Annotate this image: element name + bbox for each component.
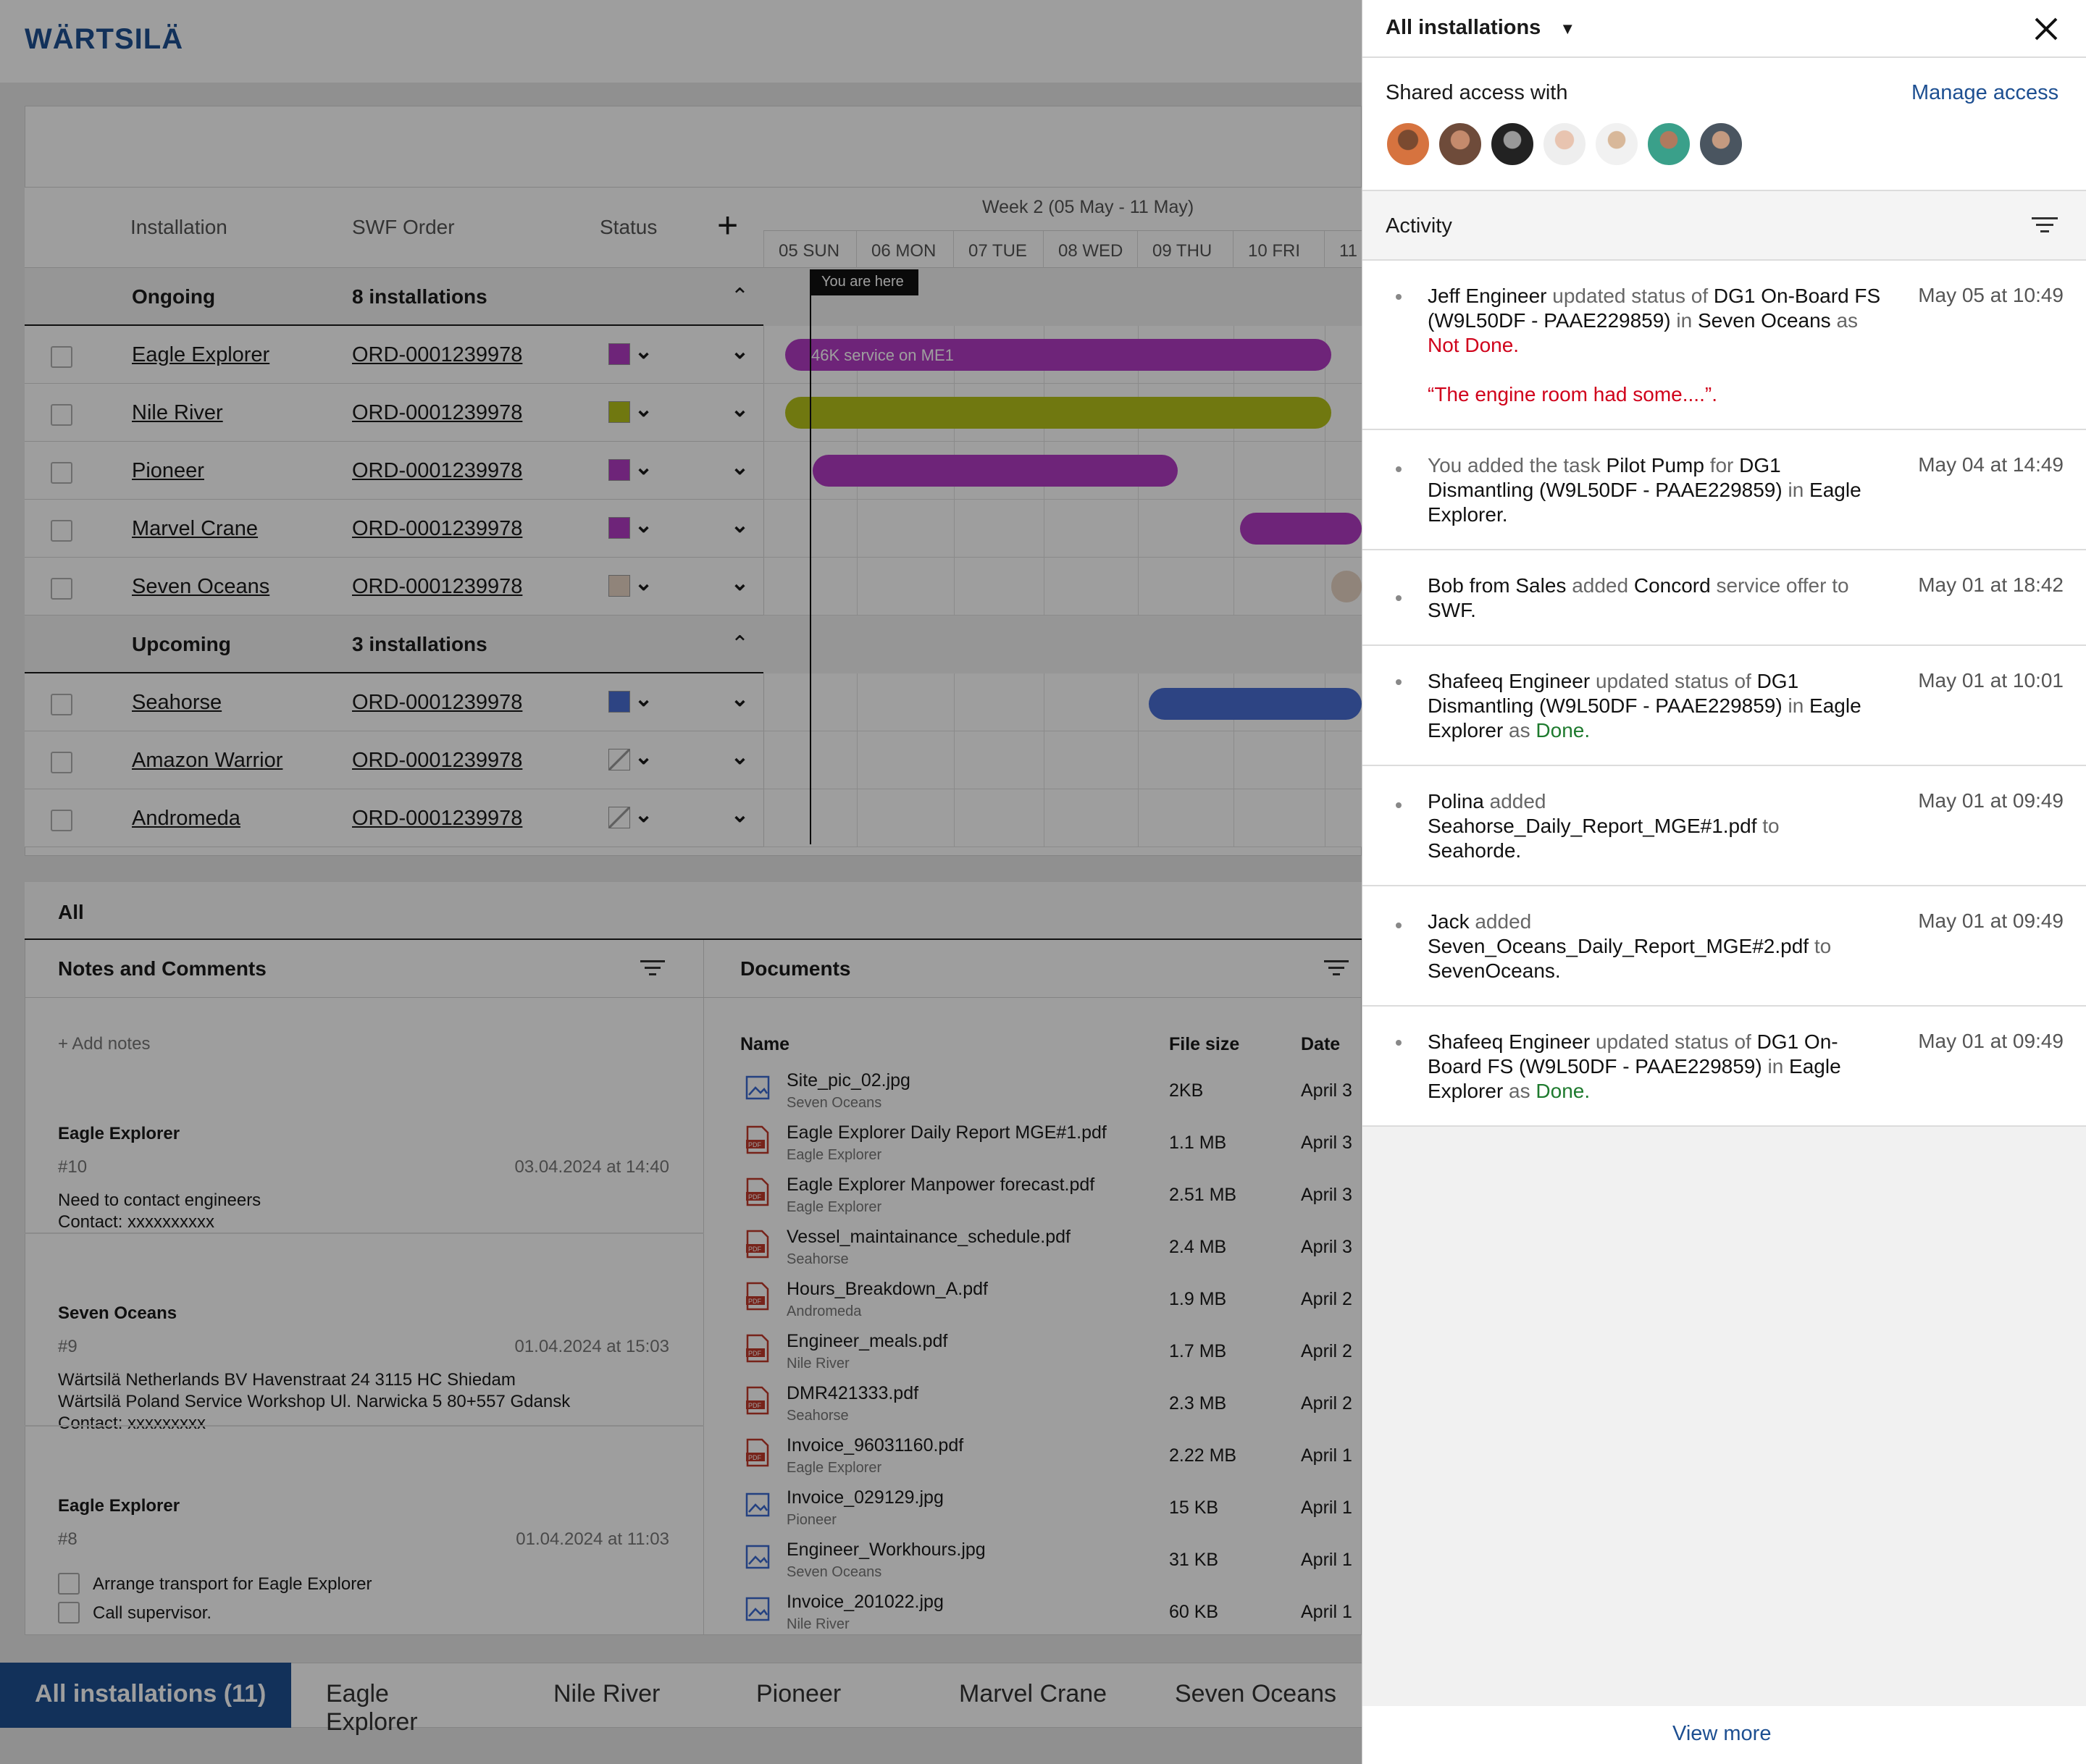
bullet	[1396, 679, 1402, 685]
bullet	[1396, 1040, 1402, 1046]
activity-item[interactable]: Jack added Seven_Oceans_Daily_Report_MGE…	[1362, 886, 2086, 1007]
bullet	[1396, 802, 1402, 808]
bullet	[1396, 294, 1402, 300]
activity-text: Jack added Seven_Oceans_Daily_Report_MGE…	[1428, 910, 1832, 982]
activity-text: Shafeeq Engineer updated status of DG1 D…	[1428, 670, 1861, 742]
activity-quote: “The engine room had some....”.	[1428, 383, 1717, 406]
activity-panel: All installations ▼ Shared access with M…	[1362, 0, 2086, 1764]
dropdown-value: All installations	[1386, 16, 1541, 39]
activity-time: May 01 at 10:01	[1918, 669, 2064, 692]
activity-header	[1362, 190, 2086, 261]
close-icon[interactable]	[2032, 14, 2061, 43]
shared-access-label: Shared access with	[1386, 81, 1568, 104]
activity-time: May 01 at 09:49	[1918, 789, 2064, 812]
activity-text: Polina added Seahorse_Daily_Report_MGE#1…	[1428, 790, 1780, 862]
manage-access-link[interactable]: Manage access	[1911, 81, 2058, 105]
bullet	[1396, 595, 1402, 601]
activity-time: May 04 at 14:49	[1918, 453, 2064, 476]
activity-item[interactable]: You added the task Pilot Pump for DG1 Di…	[1362, 430, 2086, 550]
activity-title: Activity	[1386, 214, 1452, 238]
avatar[interactable]	[1646, 122, 1691, 167]
avatar[interactable]	[1386, 122, 1431, 167]
activity-time: May 01 at 09:49	[1918, 1030, 2064, 1052]
activity-text: Bob from Sales added Concord service off…	[1428, 574, 1849, 621]
activity-time: May 01 at 09:49	[1918, 910, 2064, 932]
activity-item[interactable]: Shafeeq Engineer updated status of DG1 D…	[1362, 646, 2086, 766]
avatar[interactable]	[1490, 122, 1535, 167]
installation-dropdown[interactable]: All installations ▼	[1386, 16, 1575, 40]
view-more-link[interactable]: View more	[1672, 1722, 1771, 1746]
activity-text: Jeff Engineer updated status of DG1 On-B…	[1428, 284, 1891, 407]
activity-text: You added the task Pilot Pump for DG1 Di…	[1428, 454, 1861, 526]
avatar[interactable]	[1438, 122, 1483, 167]
avatar[interactable]	[1698, 122, 1743, 167]
activity-item[interactable]: Bob from Sales added Concord service off…	[1362, 550, 2086, 646]
modal-overlay[interactable]	[0, 0, 1362, 1764]
bullet	[1396, 466, 1402, 472]
avatar[interactable]	[1542, 122, 1587, 167]
activity-item[interactable]: Jeff Engineer updated status of DG1 On-B…	[1362, 261, 2086, 430]
caret-down-icon: ▼	[1559, 20, 1576, 38]
bullet	[1396, 923, 1402, 928]
activity-item[interactable]: Shafeeq Engineer updated status of DG1 O…	[1362, 1007, 2086, 1127]
activity-empty-area	[1362, 1127, 2086, 1706]
avatar[interactable]	[1594, 122, 1639, 167]
activity-text: Shafeeq Engineer updated status of DG1 O…	[1428, 1030, 1841, 1102]
activity-time: May 05 at 10:49	[1918, 284, 2064, 306]
activity-item[interactable]: Polina added Seahorse_Daily_Report_MGE#1…	[1362, 766, 2086, 886]
activity-filter-icon[interactable]	[2030, 214, 2059, 236]
activity-time: May 01 at 18:42	[1918, 574, 2064, 596]
